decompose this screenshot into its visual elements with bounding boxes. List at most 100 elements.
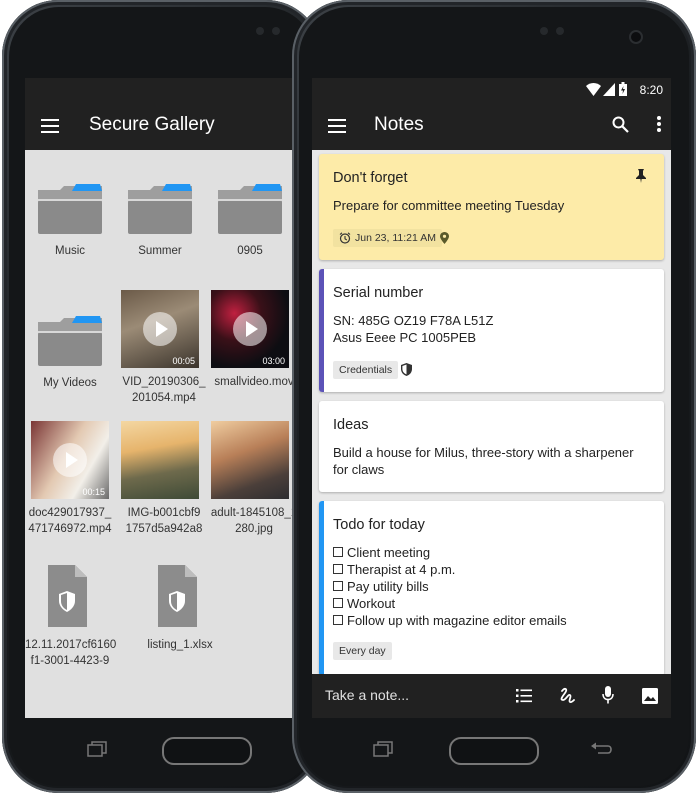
note-line: Asus Eeee PC 1005PEB: [333, 330, 477, 345]
label-chip[interactable]: Every day: [333, 642, 392, 660]
todo-item[interactable]: Client meeting: [333, 544, 650, 561]
home-button[interactable]: [162, 737, 252, 765]
note-title: Serial number: [333, 285, 424, 301]
label-chip[interactable]: Credentials: [333, 361, 399, 379]
recent-apps-icon[interactable]: [86, 741, 108, 757]
recent-apps-icon[interactable]: [372, 741, 394, 757]
reminder-chip[interactable]: Jun 23, 11:21 AM: [333, 229, 442, 247]
shield-icon: [401, 363, 412, 376]
image-thumbnail: [121, 421, 199, 499]
gallery-item-folder[interactable]: My Videos: [25, 310, 115, 400]
checklist-icon[interactable]: [516, 689, 532, 703]
checkbox-icon[interactable]: [333, 581, 343, 591]
note-color-accent: [319, 501, 324, 676]
folder-icon: [128, 184, 192, 234]
gallery-screen: Secure Gallery Music Summer 0905 My Vide…: [25, 78, 315, 718]
note-title: Todo for today: [333, 517, 425, 533]
image-thumbnail: [211, 421, 289, 499]
video-thumbnail: 03:00: [211, 290, 289, 368]
note-card[interactable]: Todo for today Client meeting Therapist …: [319, 501, 664, 676]
gallery-item-label: 12.11.2017cf6160 f1-3001-4423-9: [25, 639, 117, 667]
wifi-icon: [586, 83, 601, 96]
take-note-bar: Take a note...: [312, 674, 671, 718]
note-body: Build a house for Milus, three-story wit…: [333, 445, 634, 477]
gallery-item-document[interactable]: listing_1.xlsx: [135, 563, 225, 673]
checkbox-icon[interactable]: [333, 598, 343, 608]
todo-text: Pay utility bills: [347, 579, 429, 594]
left-phone: Secure Gallery Music Summer 0905 My Vide…: [2, 0, 322, 793]
right-phone: 8:20 Notes Don't forget Prepare for comm…: [292, 0, 696, 793]
pin-icon[interactable]: [636, 169, 646, 183]
right-phone-sensor: [540, 27, 548, 35]
todo-text: Follow up with magazine editor emails: [347, 613, 567, 628]
checkbox-icon[interactable]: [333, 547, 343, 557]
video-thumbnail: 00:15: [31, 421, 109, 499]
note-title: Don't forget: [333, 170, 408, 186]
note-card-pinned[interactable]: Don't forget Prepare for committee meeti…: [319, 154, 664, 260]
gallery-item-label: doc429017937_ 471746972.mp4: [28, 507, 112, 535]
gallery-item-label: adult-1845108_1 280.jpg: [210, 507, 298, 535]
notes-screen: 8:20 Notes Don't forget Prepare for comm…: [312, 78, 671, 718]
gallery-item-label: IMG-b001cbf9 1757d5a942a8: [125, 507, 203, 535]
play-icon: [143, 312, 177, 346]
todo-item[interactable]: Follow up with magazine editor emails: [333, 612, 650, 629]
notes-appbar: 8:20 Notes: [312, 78, 671, 150]
play-icon: [233, 312, 267, 346]
gallery-appbar: Secure Gallery: [25, 78, 315, 150]
note-title: Ideas: [333, 417, 369, 433]
gallery-item-folder[interactable]: Music: [25, 178, 115, 268]
todo-text: Workout: [347, 596, 396, 611]
gallery-item-folder[interactable]: 0905: [205, 178, 295, 268]
location-icon: [440, 232, 449, 244]
home-button[interactable]: [449, 737, 539, 765]
folder-icon: [38, 316, 102, 366]
right-phone-sensor-2: [556, 27, 564, 35]
video-thumbnail: 00:05: [121, 290, 199, 368]
video-duration: 00:05: [172, 356, 195, 366]
todo-text: Therapist at 4 p.m.: [347, 562, 456, 577]
gallery-title: Secure Gallery: [89, 114, 215, 135]
more-vert-icon[interactable]: [657, 116, 661, 132]
video-duration: 03:00: [262, 356, 285, 366]
menu-icon[interactable]: [328, 119, 346, 133]
gallery-item-video[interactable]: 03:00 smallvideo.mov: [209, 290, 299, 408]
draw-icon[interactable]: [559, 687, 575, 705]
mic-icon[interactable]: [602, 686, 614, 704]
folder-icon: [218, 184, 282, 234]
menu-icon[interactable]: [41, 119, 59, 133]
folder-icon: [38, 184, 102, 234]
todo-item[interactable]: Therapist at 4 p.m.: [333, 561, 650, 578]
secure-document-icon: [48, 565, 87, 627]
todo-item[interactable]: Workout: [333, 595, 650, 612]
search-icon[interactable]: [612, 116, 629, 133]
todo-item[interactable]: Pay utility bills: [333, 578, 650, 595]
gallery-item-label: My Videos: [43, 377, 97, 389]
gallery-item-document[interactable]: 12.11.2017cf6160 f1-3001-4423-9: [25, 563, 117, 673]
gallery-item-label: 0905: [237, 245, 263, 257]
alarm-icon: [339, 232, 351, 244]
signal-icon: [603, 83, 615, 96]
gallery-item-video[interactable]: 00:15 doc429017937_ 471746972.mp4: [28, 421, 119, 539]
note-card[interactable]: Serial number SN: 485G OZ19 F78A L51Z As…: [319, 269, 664, 392]
gallery-item-image[interactable]: adult-1845108_1 280.jpg: [209, 421, 299, 539]
status-time: 8:20: [639, 83, 663, 97]
take-note-input[interactable]: Take a note...: [325, 687, 409, 703]
front-camera: [631, 32, 641, 42]
image-icon[interactable]: [642, 688, 658, 704]
todo-text: Client meeting: [347, 545, 431, 560]
gallery-item-image[interactable]: IMG-b001cbf9 1757d5a942a8: [119, 421, 209, 539]
gallery-item-label: Music: [54, 245, 86, 257]
gallery-item-label: smallvideo.mov: [214, 376, 294, 388]
gallery-item-label: listing_1.xlsx: [147, 639, 213, 651]
left-phone-sensor: [256, 27, 264, 35]
checkbox-icon[interactable]: [333, 615, 343, 625]
reminder-time: Jun 23, 11:21 AM: [355, 232, 436, 244]
gallery-item-folder[interactable]: Summer: [115, 178, 205, 268]
video-duration: 00:15: [82, 487, 105, 497]
back-icon[interactable]: [590, 741, 612, 757]
note-line: SN: 485G OZ19 F78A L51Z: [333, 313, 494, 328]
note-card[interactable]: Ideas Build a house for Milus, three-sto…: [319, 401, 664, 492]
secure-document-icon: [158, 565, 197, 627]
checkbox-icon[interactable]: [333, 564, 343, 574]
gallery-item-video[interactable]: 00:05 VID_20190306_ 201054.mp4: [119, 290, 209, 408]
